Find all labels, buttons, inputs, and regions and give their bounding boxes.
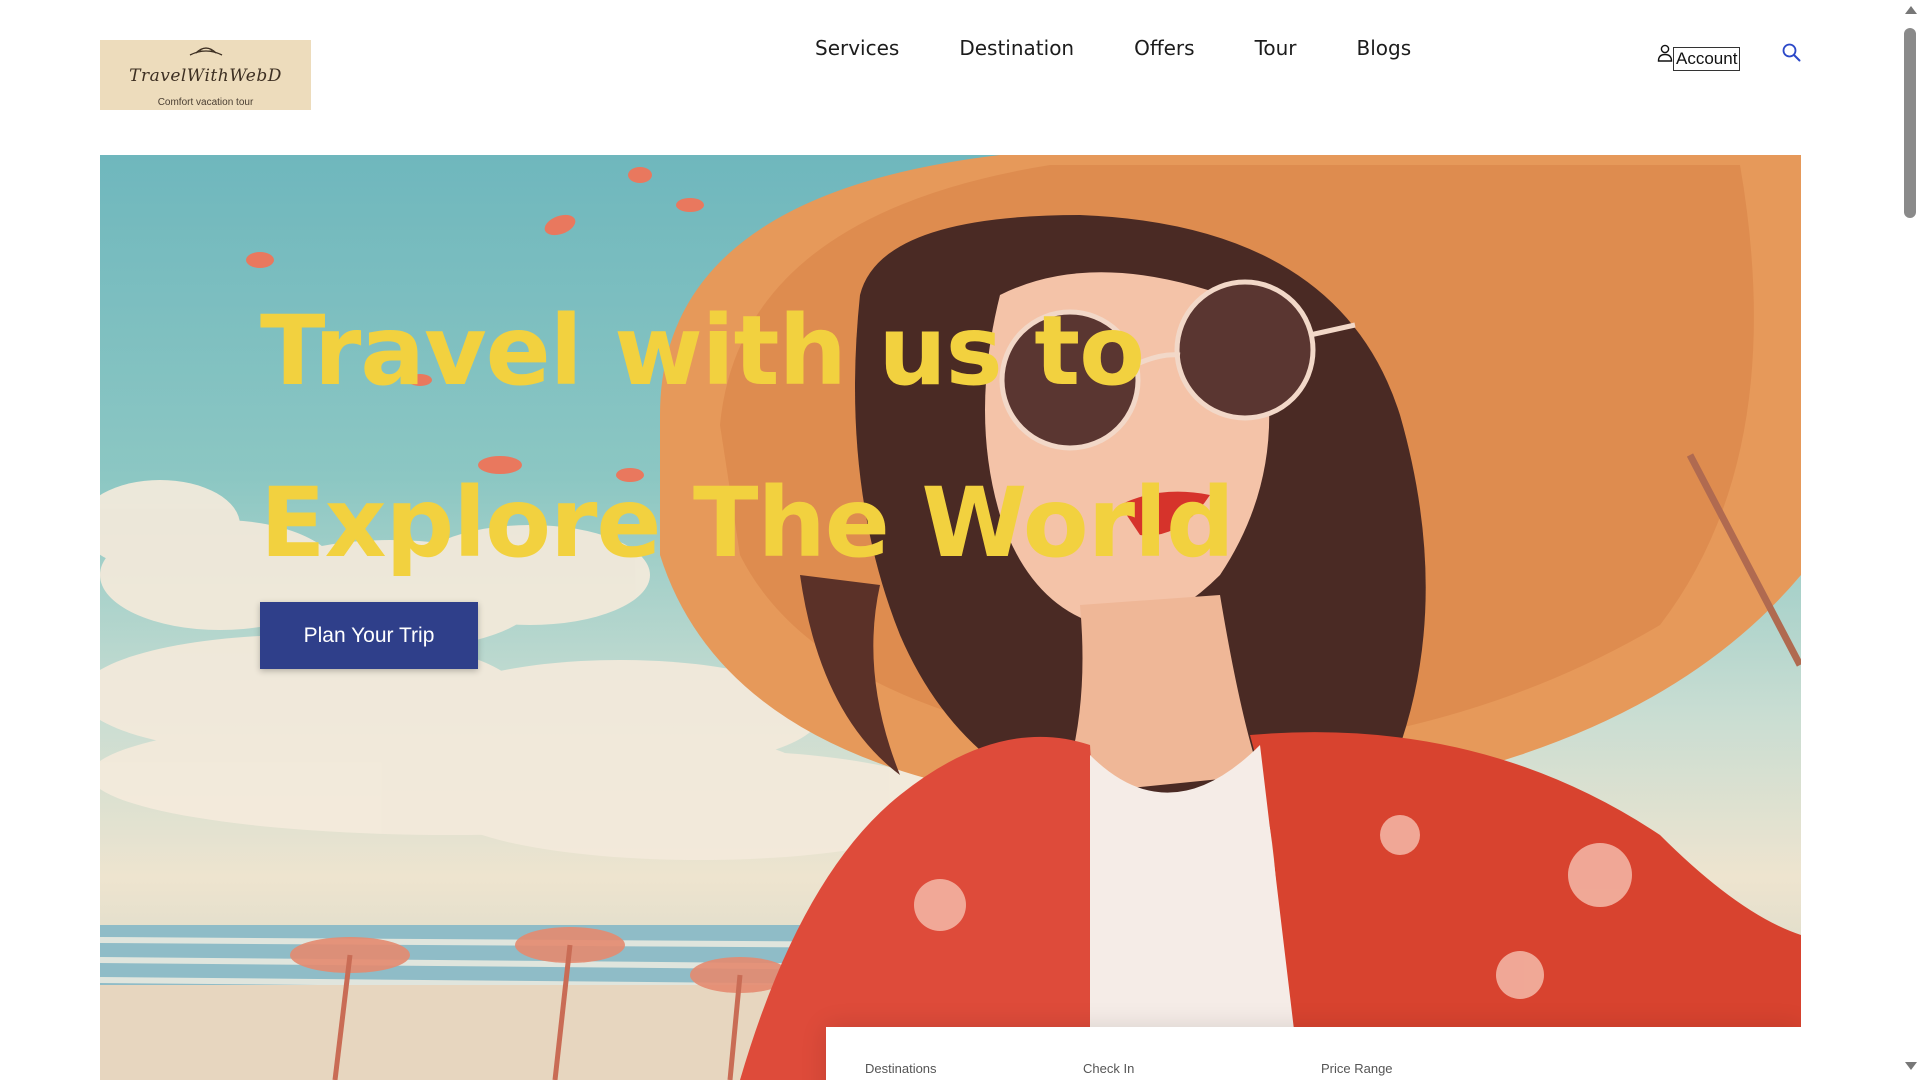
logo-hat-icon (189, 47, 223, 56)
site-header: TravelWithWebD Comfort vacation tour Ser… (0, 0, 1900, 150)
user-icon (1657, 44, 1673, 62)
hero-title: Travel with us to Explore The World (260, 265, 1235, 609)
nav-item-services[interactable]: Services (815, 36, 899, 60)
account-button[interactable]: Account (1673, 47, 1741, 71)
nav-item-tour[interactable]: Tour (1255, 36, 1297, 60)
plan-trip-button[interactable]: Plan Your Trip (260, 602, 478, 669)
scroll-up-arrow-icon[interactable] (1905, 6, 1917, 14)
hero-title-line1: Travel with us to (260, 295, 1145, 407)
nav-item-blogs[interactable]: Blogs (1357, 36, 1412, 60)
page-scrollbar[interactable] (1900, 0, 1920, 1080)
account-area: Account (1657, 44, 1741, 71)
scroll-down-arrow-icon[interactable] (1905, 1062, 1917, 1070)
destinations-label[interactable]: Destinations (865, 1061, 937, 1076)
trip-search-card: Destinations Check In Price Range (826, 1027, 1801, 1080)
logo-tagline: Comfort vacation tour (157, 97, 254, 108)
search-icon[interactable] (1782, 43, 1801, 62)
check-in-label[interactable]: Check In (1083, 1061, 1134, 1076)
nav-item-offers[interactable]: Offers (1134, 36, 1194, 60)
nav-item-destination[interactable]: Destination (959, 36, 1074, 60)
logo-name: TravelWithWebD (129, 66, 282, 86)
hero-title-line2: Explore The World (260, 467, 1235, 579)
hero-banner: Travel with us to Explore The World Plan… (100, 155, 1801, 1080)
scroll-thumb[interactable] (1904, 28, 1916, 218)
price-range-label[interactable]: Price Range (1321, 1061, 1393, 1076)
main-nav: Services Destination Offers Tour Blogs (815, 36, 1411, 60)
site-logo[interactable]: TravelWithWebD Comfort vacation tour (100, 40, 311, 110)
